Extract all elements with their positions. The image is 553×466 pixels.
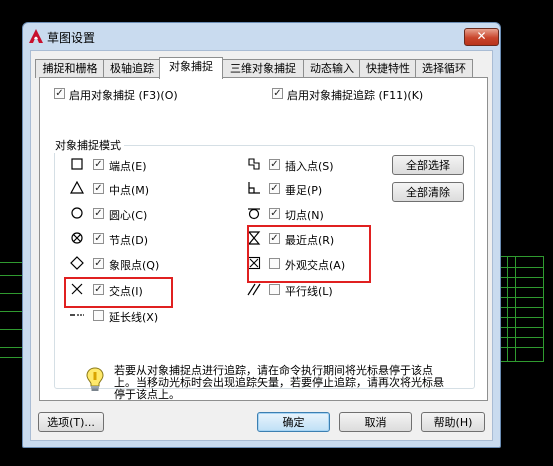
midpoint-label: 中点(M): [109, 184, 150, 197]
tangent-checkbox[interactable]: [269, 208, 280, 219]
midpoint-checkbox[interactable]: [93, 183, 104, 194]
tab-quick-properties[interactable]: 快捷特性: [359, 59, 417, 78]
title-bar[interactable]: 草图设置 ✕: [23, 23, 500, 49]
perpendicular-snap-icon: [248, 182, 260, 194]
enable-osnap-label: 启用对象捕捉 (F3)(O): [69, 89, 178, 102]
ok-button[interactable]: 确定: [257, 412, 330, 432]
autocad-logo-icon: [29, 29, 43, 43]
tab-selection-cycling[interactable]: 选择循环: [415, 59, 473, 78]
endpoint-label: 端点(E): [109, 160, 147, 173]
enable-tracking-checkbox[interactable]: [272, 88, 283, 99]
clear-all-button[interactable]: 全部清除: [392, 182, 464, 202]
tab-object-snap[interactable]: 对象捕捉: [159, 57, 223, 79]
parallel-label: 平行线(L): [285, 285, 333, 298]
perpendicular-checkbox[interactable]: [269, 183, 280, 194]
close-button[interactable]: ✕: [464, 28, 499, 46]
enable-tracking-label: 启用对象捕捉追踪 (F11)(K): [287, 89, 424, 102]
help-button[interactable]: 帮助(H): [421, 412, 485, 432]
unchecked-modes-highlight-box: [247, 225, 371, 283]
diamond-snap-icon: [70, 256, 84, 270]
insertion-checkbox[interactable]: [269, 159, 280, 170]
tangent-label: 切点(N): [285, 209, 324, 222]
extension-highlight-box: [64, 277, 173, 308]
options-button[interactable]: 选项(T)...: [38, 412, 104, 432]
triangle-snap-icon: [70, 181, 84, 194]
insertion-snap-icon: [248, 158, 260, 170]
circle-snap-icon: [71, 207, 83, 219]
endpoint-checkbox[interactable]: [93, 159, 104, 170]
square-snap-icon: [71, 158, 83, 170]
quadrant-checkbox[interactable]: [93, 258, 104, 269]
tab-polar-tracking[interactable]: 极轴追踪: [103, 59, 161, 78]
extension-label: 延长线(X): [109, 311, 159, 324]
extension-snap-icon: [70, 314, 84, 316]
parallel-checkbox[interactable]: [269, 284, 280, 295]
quadrant-label: 象限点(Q): [109, 259, 160, 272]
cancel-button[interactable]: 取消: [339, 412, 412, 432]
center-checkbox[interactable]: [93, 208, 104, 219]
tab-snap-grid[interactable]: 捕捉和栅格: [35, 59, 105, 78]
enable-osnap-checkbox[interactable]: [54, 88, 65, 99]
window-title: 草图设置: [47, 31, 96, 45]
cad-drawing-right: [498, 256, 544, 362]
lightbulb-icon: [86, 367, 104, 391]
tab-3d-object-snap[interactable]: 三维对象捕捉: [221, 59, 305, 78]
tangent-snap-icon: [248, 208, 260, 220]
node-label: 节点(D): [109, 234, 149, 247]
tab-dynamic-input[interactable]: 动态输入: [303, 59, 361, 78]
node-checkbox[interactable]: [93, 233, 104, 244]
tracking-tip-text: 若要从对象捕捉点进行追踪，请在命令执行期间将光标悬停于该点上。当移动光标时会出现…: [114, 364, 444, 401]
snap-modes-title: 对象捕捉模式: [52, 137, 124, 153]
insertion-label: 插入点(S): [285, 160, 334, 173]
parallel-snap-icon: [247, 283, 261, 296]
select-all-button[interactable]: 全部选择: [392, 155, 464, 175]
node-snap-icon: [71, 232, 83, 244]
perpendicular-label: 垂足(P): [285, 184, 323, 197]
extension-checkbox[interactable]: [93, 310, 104, 321]
center-label: 圆心(C): [109, 209, 148, 222]
